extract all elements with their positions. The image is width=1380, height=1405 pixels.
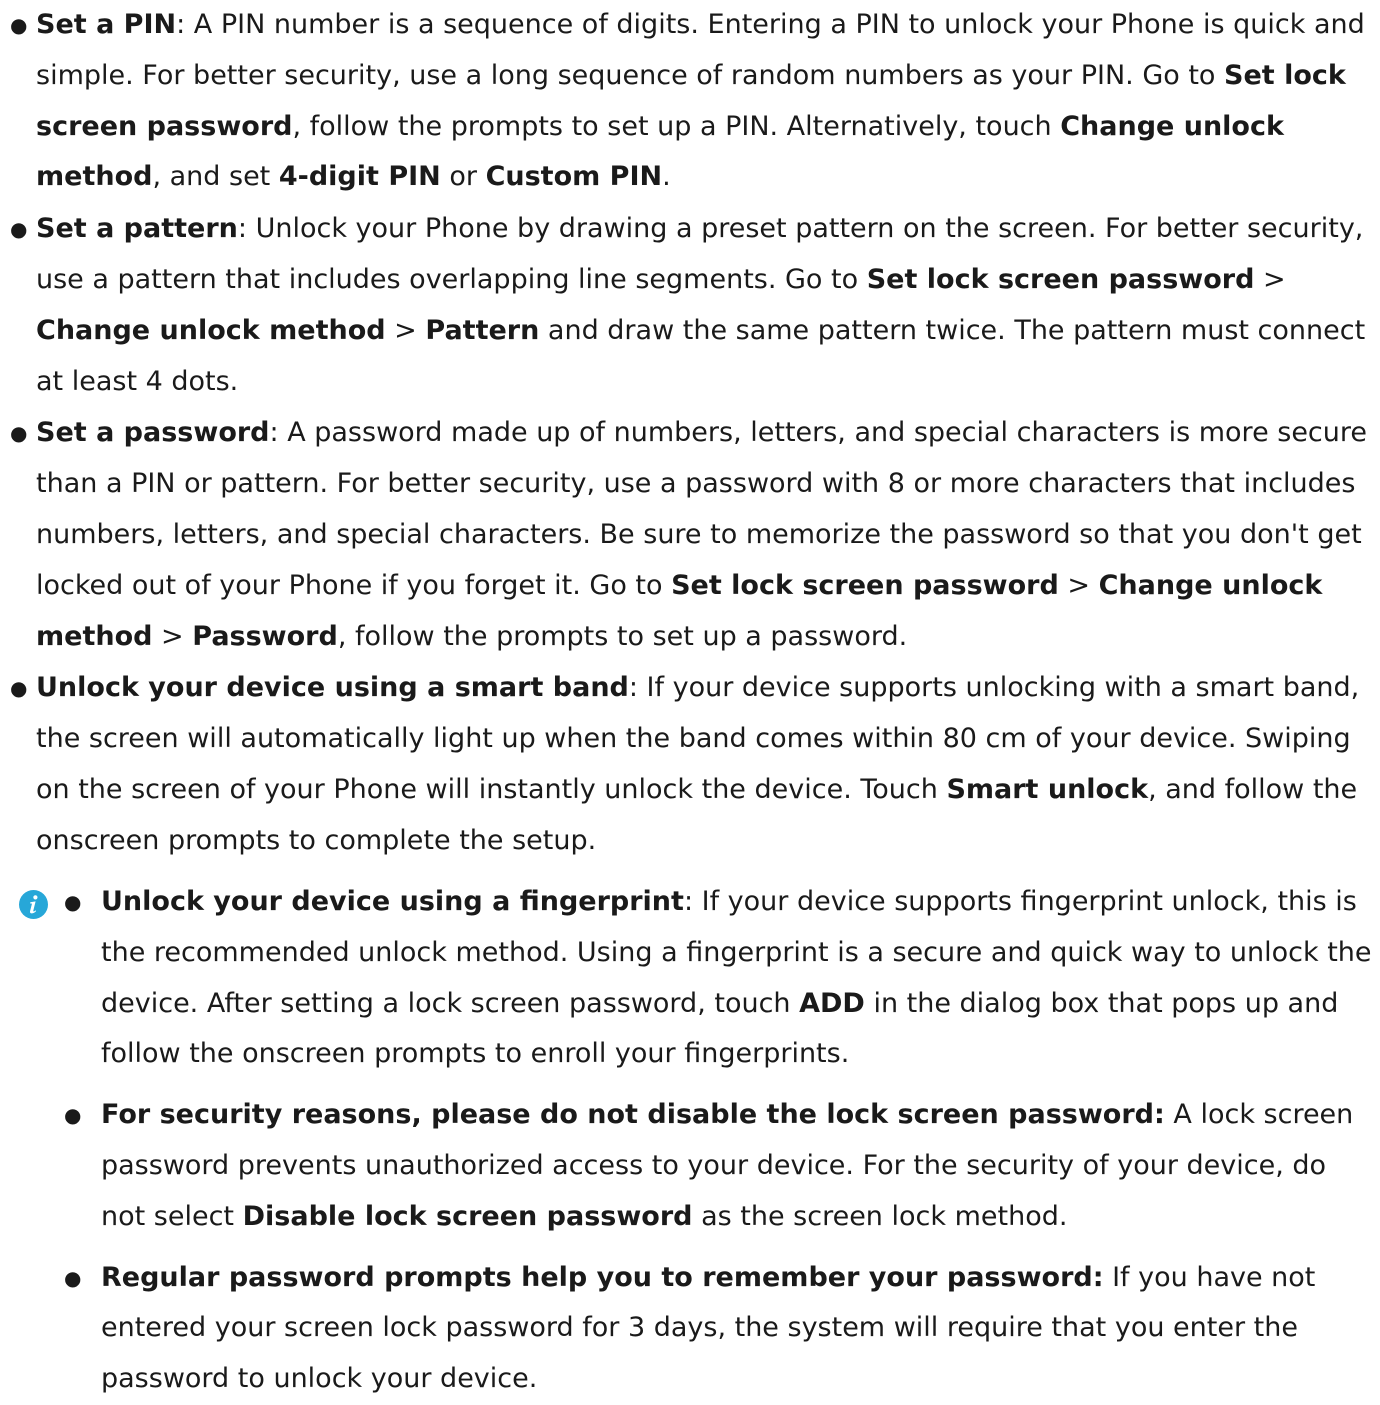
item-text: For security reasons, please do not disa… (101, 1099, 1354, 1232)
bullet-icon: ● (10, 421, 28, 446)
note-item-do-not-disable: ● For security reasons, please do not di… (0, 1090, 1380, 1242)
note-item-password-prompts: ● Regular password prompts help you to r… (0, 1253, 1380, 1405)
item-text: Unlock your device using a smart band: I… (36, 672, 1360, 856)
item-text: Unlock your device using a fingerprint: … (101, 886, 1372, 1070)
list-item-set-password: ● Set a password: A password made up of … (0, 408, 1380, 662)
item-text: Set a PIN: A PIN number is a sequence of… (36, 9, 1365, 193)
list-item-set-pin: ● Set a PIN: A PIN number is a sequence … (0, 0, 1380, 203)
note-list: ● Unlock your device using a fingerprint… (0, 877, 1380, 1405)
bullet-icon: ● (10, 676, 28, 701)
bullet-icon: ● (10, 13, 28, 37)
list-item-set-pattern: ● Set a pattern: Unlock your Phone by dr… (0, 204, 1380, 407)
item-text: Set a pattern: Unlock your Phone by draw… (36, 213, 1366, 397)
unlock-methods-list: ● Set a PIN: A PIN number is a sequence … (0, 0, 1380, 868)
note-item-fingerprint: ● Unlock your device using a fingerprint… (0, 877, 1380, 1080)
bullet-icon: ● (64, 1103, 82, 1128)
list-item-smart-band: ● Unlock your device using a smart band:… (0, 663, 1380, 866)
bullet-icon: ● (64, 1265, 82, 1290)
item-text: Regular password prompts help you to rem… (101, 1261, 1316, 1395)
item-text: Set a password: A password made up of nu… (36, 417, 1368, 652)
bullet-icon: ● (64, 890, 82, 914)
bullet-icon: ● (10, 217, 28, 242)
